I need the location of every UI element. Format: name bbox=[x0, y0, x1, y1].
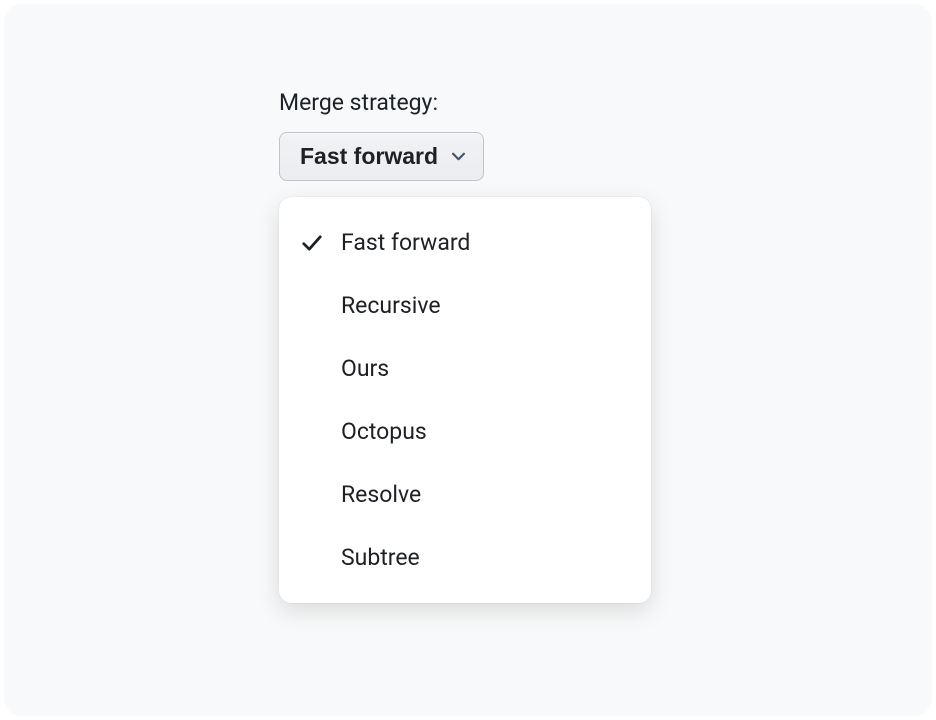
option-octopus[interactable]: Octopus bbox=[279, 400, 651, 463]
option-label: Fast forward bbox=[341, 229, 470, 256]
option-label: Octopus bbox=[341, 418, 427, 445]
option-recursive[interactable]: Recursive bbox=[279, 274, 651, 337]
merge-strategy-dropdown: Fast forward Recursive Ours Octopus Reso… bbox=[279, 197, 651, 603]
option-subtree[interactable]: Subtree bbox=[279, 526, 651, 589]
option-label: Subtree bbox=[341, 544, 420, 571]
option-fast-forward[interactable]: Fast forward bbox=[279, 211, 651, 274]
panel: Merge strategy: Fast forward Fast forwar… bbox=[4, 4, 932, 716]
option-resolve[interactable]: Resolve bbox=[279, 463, 651, 526]
merge-strategy-label: Merge strategy: bbox=[279, 89, 484, 116]
merge-strategy-control: Merge strategy: Fast forward Fast forwar… bbox=[279, 89, 484, 181]
option-ours[interactable]: Ours bbox=[279, 337, 651, 400]
option-label: Ours bbox=[341, 355, 389, 382]
option-label: Recursive bbox=[341, 292, 441, 319]
check-icon bbox=[301, 232, 341, 254]
chevron-down-icon bbox=[452, 152, 465, 161]
option-label: Resolve bbox=[341, 481, 421, 508]
merge-strategy-select[interactable]: Fast forward bbox=[279, 132, 484, 181]
merge-strategy-selected-value: Fast forward bbox=[300, 143, 438, 170]
